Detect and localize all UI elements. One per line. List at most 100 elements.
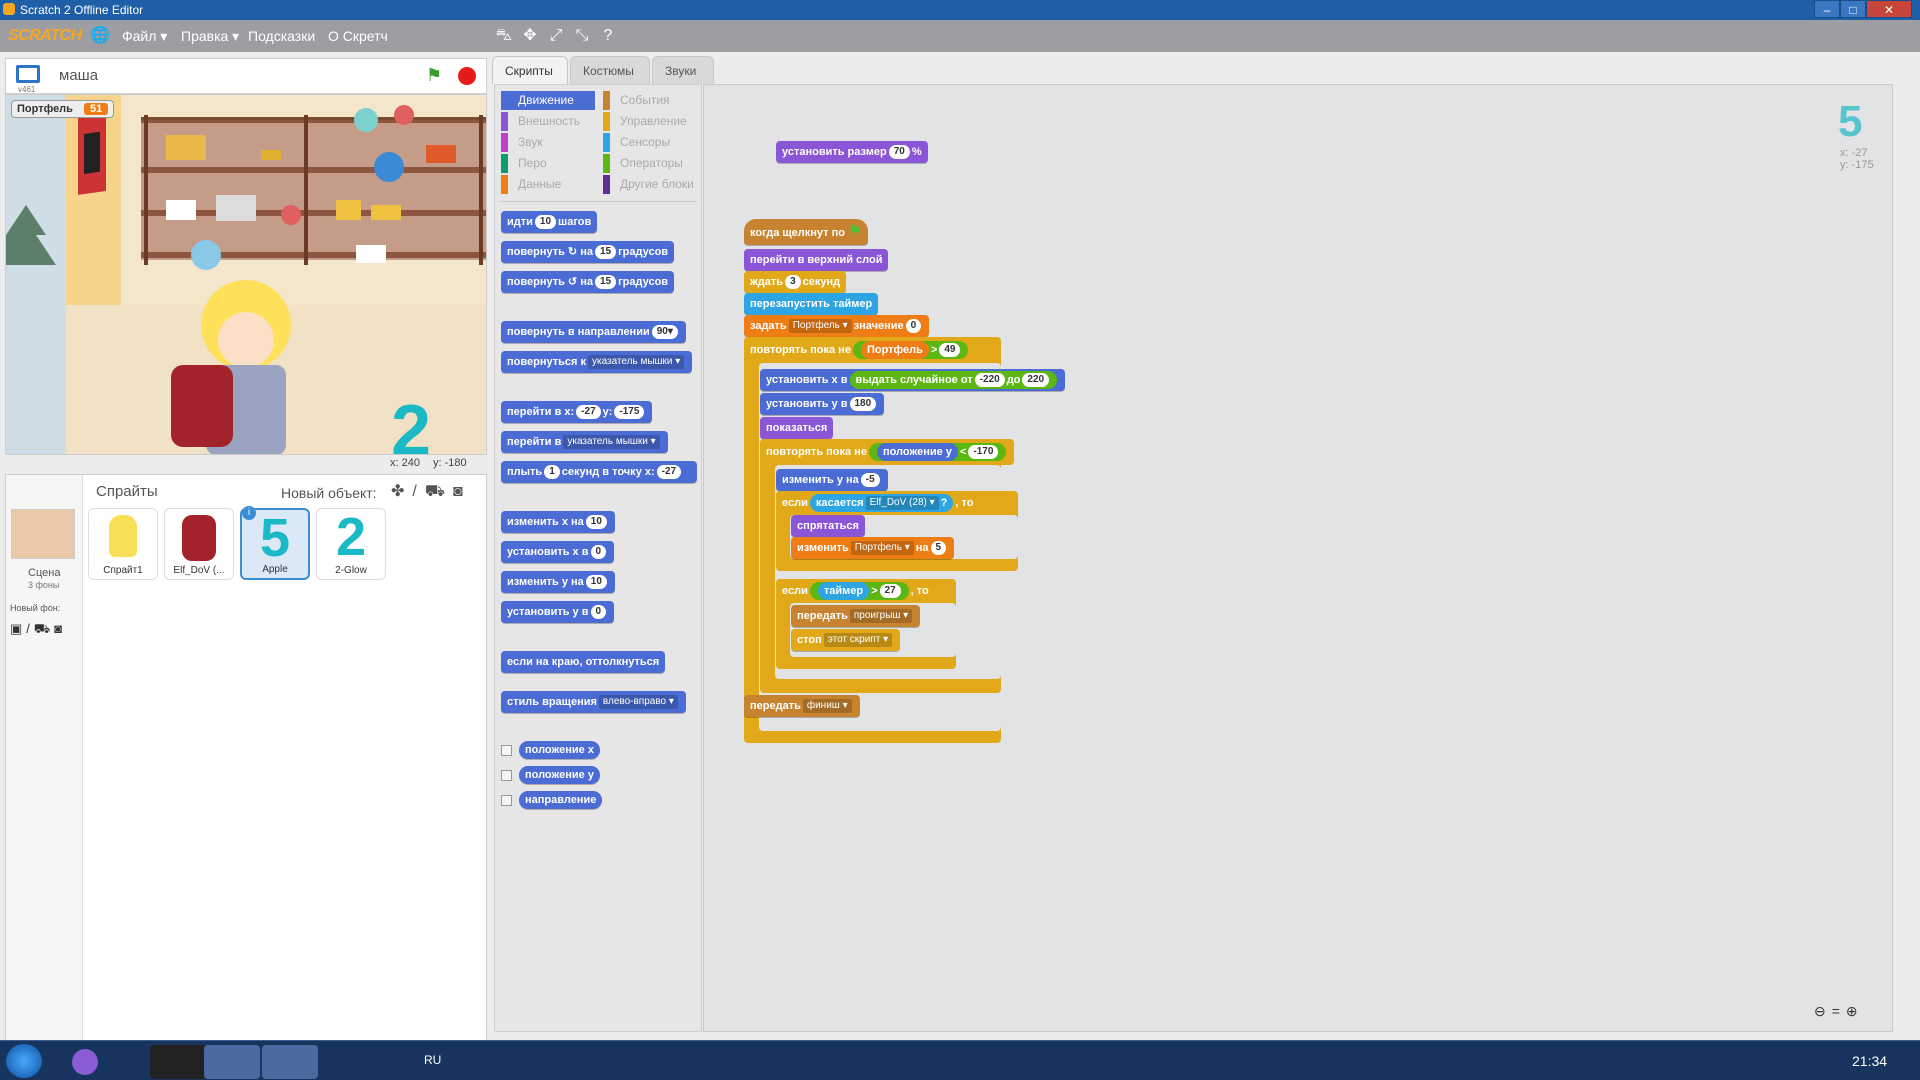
new-sprite-tools[interactable]: ✤/⛟◙: [391, 481, 471, 502]
palette-rotation-style-block[interactable]: стиль вращения влево-вправо ▾: [501, 691, 686, 713]
checkbox-direction[interactable]: [501, 795, 512, 806]
palette-move-block[interactable]: идти 10 шагов: [501, 211, 598, 233]
fullscreen-icon[interactable]: [16, 65, 40, 83]
close-button[interactable]: ✕: [1866, 0, 1912, 18]
category-9[interactable]: Другие блоки: [603, 175, 697, 194]
category-5[interactable]: Сенсоры: [603, 133, 697, 152]
palette-y-position-reporter[interactable]: положение y: [519, 766, 600, 784]
palette-set-y-block[interactable]: установить у в0: [501, 601, 615, 623]
variable-monitor[interactable]: Портфель 51: [11, 100, 115, 118]
grow-icon[interactable]: ⤢: [546, 26, 566, 46]
menu-about[interactable]: О Скретч: [328, 28, 388, 44]
start-button[interactable]: [6, 1044, 42, 1078]
palette-x-position-reporter[interactable]: положение x: [519, 741, 600, 759]
version-label: v461: [18, 85, 36, 94]
script-change-variable-block[interactable]: изменить Портфель ▾ на 5: [791, 537, 955, 559]
sprite-thumb-3-selected[interactable]: i 5 Apple: [240, 506, 310, 580]
menu-edit[interactable]: Правка ▾: [181, 28, 239, 45]
taskbar-app-star[interactable]: [150, 1045, 206, 1079]
script-area[interactable]: 5 x: -27 y: -175 установить размер 70% ко…: [703, 84, 1893, 1032]
new-backdrop-tools[interactable]: ▣/⛟◙: [10, 621, 66, 639]
tab-costumes[interactable]: Костюмы: [570, 56, 650, 84]
script-go-front-block[interactable]: перейти в верхний слой: [744, 249, 889, 271]
green-flag-icon: ⚑: [848, 223, 862, 240]
language-indicator[interactable]: RU: [424, 1053, 441, 1067]
zoom-in-icon[interactable]: ⊕: [1846, 1003, 1864, 1019]
tab-sounds[interactable]: Звуки: [652, 56, 714, 84]
tab-scripts[interactable]: Скрипты: [492, 56, 568, 84]
stage-label: Сцена: [28, 567, 61, 579]
script-if-timer-block[interactable]: если таймер >27, то: [776, 579, 935, 603]
script-set-y-block[interactable]: установить у в 180: [760, 393, 885, 415]
stop-icon[interactable]: [458, 67, 476, 85]
duplicate-icon[interactable]: ⛍: [494, 26, 514, 46]
mouse-y-readout: y: -180: [433, 457, 467, 469]
zoom-reset-icon[interactable]: =: [1832, 1003, 1846, 1019]
palette-turn-left-block[interactable]: повернуть ↺ на 15 градусов: [501, 271, 675, 293]
checkbox-position-y[interactable]: [501, 770, 512, 781]
cut-icon[interactable]: ✥: [520, 26, 540, 46]
green-flag-icon[interactable]: ⚑: [426, 65, 446, 85]
shrink-icon[interactable]: ⤡: [572, 26, 592, 46]
zoom-out-icon[interactable]: ⊖: [1814, 1003, 1832, 1019]
script-show-block[interactable]: показаться: [760, 417, 834, 439]
sprite-name-field[interactable]: маша: [59, 67, 98, 84]
palette-direction-reporter[interactable]: направление: [519, 791, 603, 809]
variable-monitor-label: Портфель: [17, 103, 73, 115]
menu-bar: SCRATCH 🌐 Файл ▾ Правка ▾ Подсказки О Ск…: [0, 20, 1920, 52]
new-backdrop-label: Новый фон:: [10, 603, 61, 613]
palette-point-direction-block[interactable]: повернуть в направлении 90▾: [501, 321, 686, 343]
menu-file[interactable]: Файл ▾: [122, 28, 167, 45]
script-set-size-block[interactable]: установить размер 70%: [776, 141, 928, 163]
category-7[interactable]: Операторы: [603, 154, 697, 173]
category-4[interactable]: Звук: [501, 133, 595, 152]
palette-point-towards-block[interactable]: повернуться к указатель мышки ▾: [501, 351, 693, 373]
script-wait-block[interactable]: ждать 3 секунд: [744, 271, 847, 293]
globe-icon[interactable]: 🌐: [90, 26, 110, 46]
script-hide-block[interactable]: спрятаться: [791, 515, 865, 537]
category-1[interactable]: События: [603, 91, 697, 110]
voice-app-icon[interactable]: [72, 1049, 98, 1075]
checkbox-position-x[interactable]: [501, 745, 512, 756]
palette-glide-block[interactable]: плыть 1 секунд в точку x: -27: [501, 461, 697, 483]
script-set-x-random-block[interactable]: установить х в выдать случайное от -220 до 2…: [760, 369, 1066, 391]
taskbar-app-paint[interactable]: [262, 1045, 318, 1079]
palette-goto-xy-block[interactable]: перейти в x: -27 y: -175: [501, 401, 653, 423]
help-icon[interactable]: ?: [598, 26, 618, 46]
maximize-button[interactable]: □: [1840, 0, 1866, 18]
script-broadcast-lose-block[interactable]: передать проигрыш ▾: [791, 605, 921, 627]
category-2[interactable]: Внешность: [501, 112, 595, 131]
minimize-button[interactable]: –: [1814, 0, 1840, 18]
category-3[interactable]: Управление: [603, 112, 697, 131]
script-when-flag-hat[interactable]: когда щелкнут по ⚑: [744, 219, 868, 245]
stage-canvas[interactable]: 2 Портфель 51: [5, 94, 487, 455]
taskbar-app-scratch[interactable]: [204, 1045, 260, 1079]
sprite-library-panel: Сцена 3 фоны Новый фон: ▣/⛟◙ Спрайты Нов…: [5, 474, 487, 1042]
clock[interactable]: 21:34: [1852, 1053, 1887, 1069]
stage-header: v461 маша ⚑: [5, 58, 487, 94]
category-6[interactable]: Перо: [501, 154, 595, 173]
palette-turn-right-block[interactable]: повернуть ↻ на 15 градусов: [501, 241, 675, 263]
palette-set-x-block[interactable]: установить х в0: [501, 541, 615, 563]
sprite-thumb-1[interactable]: Спрайт1: [88, 508, 158, 580]
current-sprite-icon: 5: [1838, 97, 1863, 146]
sprite-thumb-4[interactable]: 2 2-Glow: [316, 508, 386, 580]
script-repeat-until-inner-block[interactable]: повторять пока не положение у < -170: [760, 439, 1015, 465]
palette-change-y-block[interactable]: изменить у на 10: [501, 571, 615, 593]
menu-tips[interactable]: Подсказки: [248, 28, 315, 44]
script-broadcast-finish-block[interactable]: передать финиш ▾: [744, 695, 860, 717]
script-change-y-block[interactable]: изменить у на -5: [776, 469, 888, 491]
stage-thumbnail[interactable]: [11, 509, 75, 559]
app-icon: [3, 3, 15, 15]
script-set-variable-block[interactable]: задать Портфель ▾ значение 0: [744, 315, 930, 337]
palette-bounce-block[interactable]: если на краю, оттолкнуться: [501, 651, 666, 673]
category-0[interactable]: Движение: [501, 91, 595, 110]
script-if-touching-block[interactable]: если касается Elf_DoV (28) ▾?, то: [776, 491, 980, 515]
palette-goto-block[interactable]: перейти в указатель мышки ▾: [501, 431, 668, 453]
sprite-thumb-2[interactable]: Elf_DoV (...: [164, 508, 234, 580]
category-8[interactable]: Данные: [501, 175, 595, 194]
script-stop-block[interactable]: стоп этот скрипт ▾: [791, 629, 901, 651]
script-reset-timer-block[interactable]: перезапустить таймер: [744, 293, 879, 315]
script-repeat-until-block[interactable]: повторять пока не Портфель >49: [744, 337, 977, 363]
palette-change-x-block[interactable]: изменить х на 10: [501, 511, 615, 533]
